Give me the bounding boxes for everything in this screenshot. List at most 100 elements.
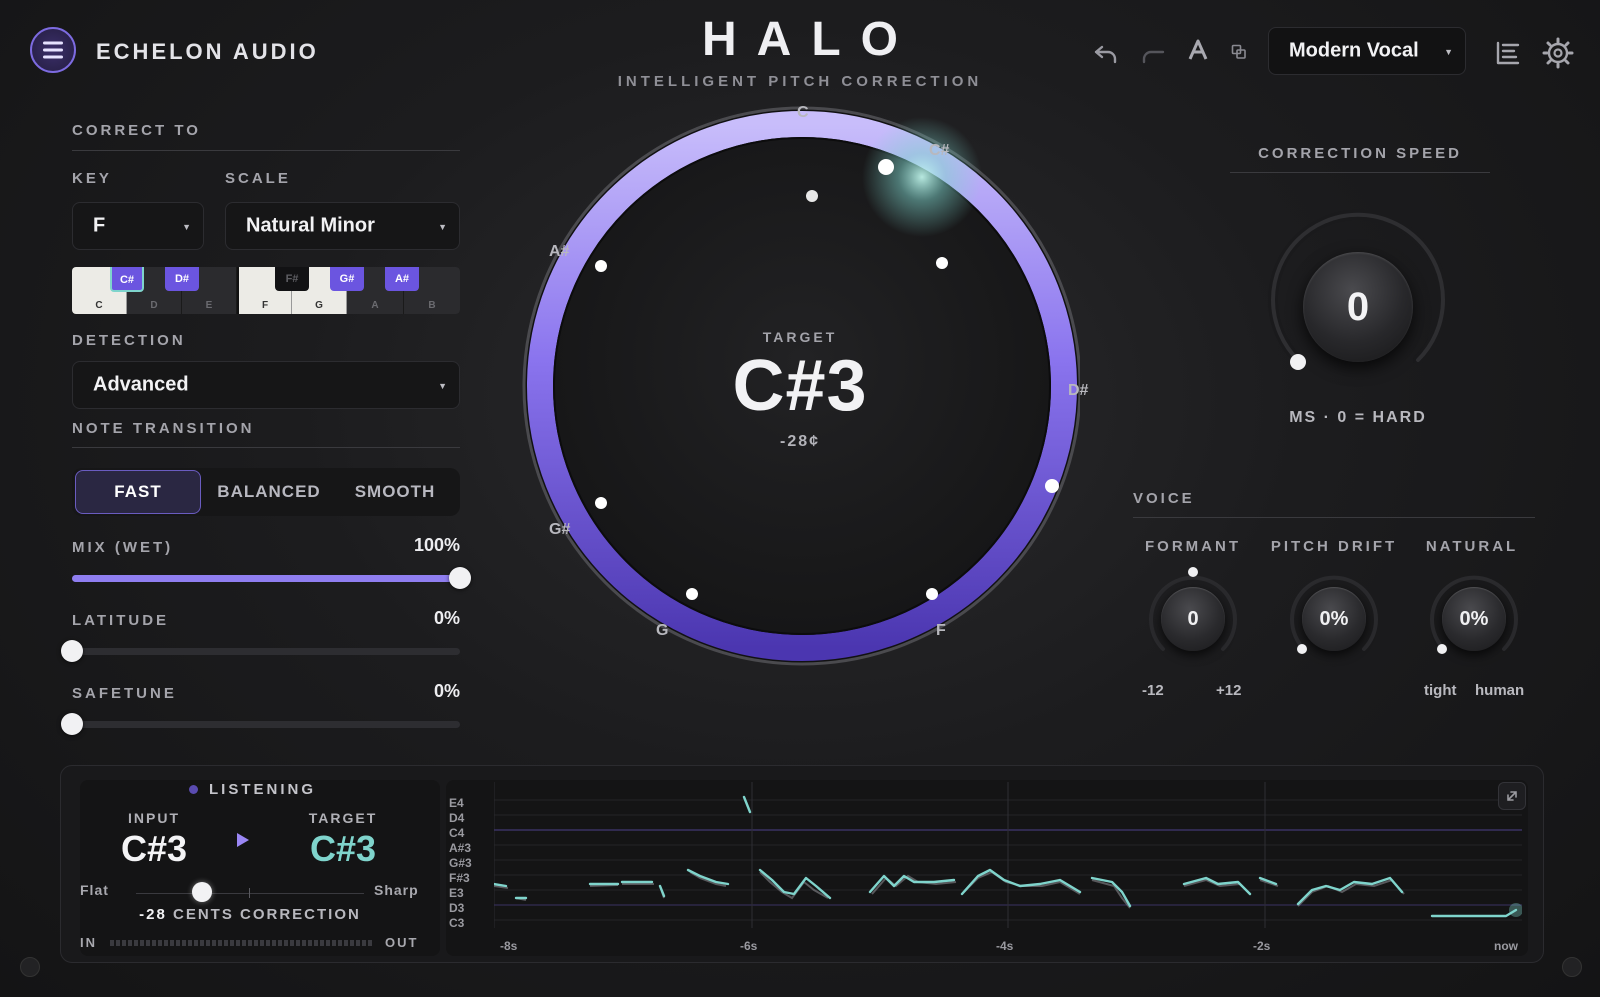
monitor-target-label: TARGET [308, 810, 378, 826]
corner-screw-left [20, 957, 40, 977]
input-label: INPUT [128, 810, 180, 826]
plugin-window: ECHELON AUDIO HALO INTELLIGENT PITCH COR… [0, 0, 1600, 997]
monitor-target-note: C#3 [309, 828, 377, 869]
current-pitch-glow [862, 117, 982, 237]
safetune-slider-thumb[interactable] [61, 713, 83, 735]
cents-correction-value: -28 [139, 906, 167, 923]
correction-speed-caption: MS · 0 = HARD [1289, 409, 1427, 426]
chevron-down-icon: ▼ [438, 381, 447, 391]
preset-value: Modern Vocal [1289, 39, 1419, 62]
target-cents-offset: -28¢ [779, 433, 821, 450]
chevron-down-icon: ▼ [182, 222, 191, 232]
pitch-label: E4 [449, 796, 464, 810]
copy-icon[interactable] [1231, 44, 1247, 60]
wheel-dot-a-sharp [595, 260, 607, 272]
natural-indicator [1437, 644, 1447, 654]
time-label: -4s [996, 939, 1014, 953]
scale-dropdown[interactable]: Natural Minor ▼ [225, 202, 460, 250]
brand-name: ECHELON AUDIO [96, 39, 319, 64]
pitch-label: D3 [449, 901, 465, 915]
expand-graph-button[interactable] [1498, 782, 1526, 810]
note-transition-label: NOTE TRANSITION [72, 420, 255, 437]
pitch-label: C4 [449, 826, 465, 840]
target-label: TARGET [762, 329, 838, 345]
detection-value: Advanced [93, 373, 189, 396]
current-pitch-marker [878, 159, 894, 175]
formant-indicator [1188, 567, 1198, 577]
wheel-label-c-sharp: C# [929, 142, 950, 159]
latitude-slider-thumb[interactable] [61, 640, 83, 662]
menu-button[interactable] [30, 27, 76, 73]
out-label: OUT [385, 935, 419, 950]
wheel-label-d-sharp: D# [1068, 382, 1089, 399]
expand-icon [1507, 791, 1517, 801]
time-label: -6s [740, 939, 758, 953]
pitch-label: E3 [449, 886, 464, 900]
wheel-label-a-sharp: A# [549, 243, 570, 260]
pitch-drift-knob[interactable]: 0% [1302, 587, 1366, 651]
key-label: KEY [72, 170, 112, 187]
safetune-slider-track[interactable] [72, 721, 460, 728]
transition-fast-button[interactable]: FAST [75, 470, 201, 514]
latitude-label: LATITUDE [72, 612, 170, 629]
play-arrow-icon [237, 833, 249, 847]
formant-knob[interactable]: 0 [1161, 587, 1225, 651]
natural-label: NATURAL [1425, 538, 1519, 555]
preset-dropdown[interactable]: Modern Vocal ▼ [1268, 27, 1466, 75]
mix-label: MIX (WET) [72, 539, 174, 556]
io-level-meter [110, 940, 372, 946]
transition-smooth-button[interactable]: SMOOTH [332, 470, 458, 514]
time-label: now [1494, 939, 1518, 953]
mix-slider-thumb[interactable] [449, 567, 471, 589]
scale-keyboard: C D E F G A B C# D# F# G# A# [72, 267, 460, 314]
hamburger-icon [43, 41, 63, 59]
time-label: -2s [1253, 939, 1271, 953]
wheel-label-g-sharp: G# [549, 521, 571, 538]
mix-slider-track[interactable] [72, 575, 460, 582]
pitch-drift-label: PITCH DRIFT [1270, 538, 1398, 555]
key-value: F [93, 214, 106, 237]
mix-slider-fill [72, 575, 460, 582]
ab-compare-icon[interactable] [1186, 38, 1210, 62]
wheel-dot-g [686, 588, 698, 600]
preset-browser-icon[interactable] [1494, 39, 1522, 67]
natural-knob[interactable]: 0% [1442, 587, 1506, 651]
wheel-dot-g-sharp [595, 497, 607, 509]
product-subtitle: INTELLIGENT PITCH CORRECTION [617, 73, 983, 90]
correction-speed-knob[interactable]: 0 [1303, 252, 1413, 362]
wheel-dot-c [806, 190, 818, 202]
latitude-slider-track[interactable] [72, 648, 460, 655]
chevron-down-icon: ▼ [1444, 47, 1453, 57]
wheel-label-f: F [936, 622, 946, 639]
formant-label: FORMANT [1145, 538, 1241, 555]
pitch-history-plot [494, 782, 1522, 928]
cents-correction-text: CENTS CORRECTION [173, 906, 361, 923]
black-key-c-sharp[interactable]: C# [110, 267, 144, 292]
natural-max-label: human [1475, 682, 1525, 699]
pitch-label: F#3 [449, 871, 470, 885]
transition-balanced-button[interactable]: BALANCED [206, 470, 332, 514]
pitch-label: A#3 [449, 841, 472, 855]
undo-icon[interactable] [1090, 42, 1120, 66]
corner-screw-right [1562, 957, 1582, 977]
black-key-a-sharp[interactable]: A# [385, 267, 419, 291]
wheel-dot-d-sharp [1045, 479, 1059, 493]
settings-gear-icon[interactable] [1541, 36, 1575, 70]
time-label: -8s [500, 939, 518, 953]
in-label: IN [80, 935, 97, 950]
chevron-down-icon: ▼ [438, 222, 447, 232]
redo-icon[interactable] [1139, 42, 1169, 66]
key-dropdown[interactable]: F ▼ [72, 202, 204, 250]
safetune-value: 0% [433, 681, 460, 701]
voice-heading: VOICE [1133, 490, 1195, 507]
mix-value: 100% [413, 535, 460, 555]
wheel-label-c: C [797, 104, 809, 121]
scale-label: SCALE [225, 170, 291, 187]
pitch-axis-labels: E4 D4 C4 A#3 G#3 F#3 E3 D3 C3 [449, 796, 489, 931]
black-key-f-sharp[interactable]: F# [275, 267, 309, 291]
pitch-drift-indicator [1297, 644, 1307, 654]
black-key-g-sharp[interactable]: G# [330, 267, 364, 291]
black-key-d-sharp[interactable]: D# [165, 267, 199, 291]
wheel-dot-c-sharp [936, 257, 948, 269]
detection-dropdown[interactable]: Advanced ▼ [72, 361, 460, 409]
